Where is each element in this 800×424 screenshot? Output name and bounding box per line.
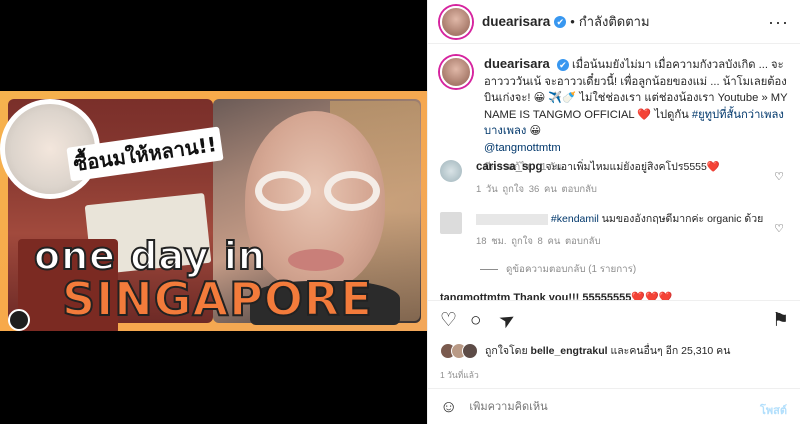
comment-composer: ☺ โพสต์	[428, 388, 800, 424]
share-send-icon[interactable]: ➤	[496, 307, 520, 333]
comment-item: carissa_spg จะเอาเพิ่มไหมแม่ยังอยู่สิงคโ…	[440, 160, 790, 197]
video-thumbnail[interactable]: ซื้อนมให้หลาน!! one day in SINGAPORE	[0, 91, 427, 331]
comment-time: 1 วัน	[476, 184, 498, 195]
liker-avatar	[462, 342, 478, 359]
caption-avatar[interactable]	[440, 56, 472, 88]
likes-user-link[interactable]: belle_engtrakul	[531, 345, 608, 357]
likes-suffix[interactable]: และคนอื่นๆ อีก 25,310 คน	[610, 345, 730, 357]
verified-icon: ✔	[554, 15, 567, 28]
comment-bubble-icon[interactable]: ○	[470, 311, 481, 331]
comment-like-heart-icon[interactable]: ♡	[774, 170, 784, 183]
comment-heart-emoji: ❤️	[706, 161, 720, 173]
likes-summary: ถูกใจโดย belle_engtrakul และคนอื่นๆ อีก …	[440, 342, 730, 359]
like-heart-icon[interactable]: ♡	[440, 311, 457, 331]
comment-hashtag-link[interactable]: #kendamil	[551, 213, 599, 225]
glasses-shape	[255, 171, 380, 213]
action-bar: ♡ ○ ➤ ⚑	[428, 300, 800, 340]
author-username[interactable]: duearisara	[482, 14, 550, 29]
caption-text-2: ไปดูกัน	[654, 108, 689, 121]
blurred-username	[476, 213, 548, 225]
post-comment-button[interactable]: โพสต์	[760, 401, 787, 419]
comment-item: #kendamil นมของอังกฤษดีมากค่ะ organic ด้…	[440, 212, 790, 249]
comment-time: 18 ชม.	[476, 236, 507, 247]
thumbnail-title-line2: SINGAPORE	[61, 271, 373, 327]
comment-username[interactable]: carissa_spg	[476, 161, 543, 173]
more-options-icon[interactable]: ···	[768, 12, 789, 33]
emoji-smiley-icon[interactable]: ☺	[440, 397, 457, 417]
comment-reply-button[interactable]: ตอบกลับ	[565, 236, 601, 247]
comment-input[interactable]	[469, 400, 740, 413]
comment-text: จะเอาเพิ่มไหมแม่ยังอยู่สิงคโปร5555	[545, 161, 707, 173]
save-bookmark-icon[interactable]: ⚑	[772, 311, 789, 331]
following-button[interactable]: กำลังติดตาม	[579, 11, 650, 32]
view-replies-text: ดูข้อความตอบกลับ (1 รายการ)	[506, 264, 637, 275]
lips-shape	[288, 249, 344, 271]
comment-reply-button[interactable]: ตอบกลับ	[561, 184, 597, 195]
post-media[interactable]: ซื้อนมให้หลาน!! one day in SINGAPORE	[0, 0, 427, 424]
author-avatar[interactable]	[440, 5, 472, 38]
caption-emoji-end: 😀	[529, 125, 542, 137]
header-separator: •	[570, 14, 575, 29]
creator-badge-icon	[8, 309, 30, 331]
caption-verified-icon: ✔	[556, 59, 569, 72]
comment-text: นมของอังกฤษดีมากค่ะ organic ด้วย	[601, 213, 764, 225]
commenter-avatar[interactable]	[440, 212, 462, 234]
post-header: duearisara ✔ • กำลังติดตาม ···	[428, 0, 800, 44]
likes-prefix: ถูกใจโดย	[485, 345, 528, 357]
post-sidebar: duearisara ✔ • กำลังติดตาม ··· duearisar…	[427, 0, 800, 424]
caption-username[interactable]: duearisara	[484, 56, 550, 71]
comment-like-heart-icon[interactable]: ♡	[774, 222, 784, 235]
comment-likes-count[interactable]: ถูกใจ 8 คน	[511, 236, 560, 247]
commenter-avatar[interactable]	[440, 160, 462, 182]
view-replies-link[interactable]: ดูข้อความตอบกลับ (1 รายการ)	[480, 262, 636, 277]
instagram-post-window: ซื้อนมให้หลาน!! one day in SINGAPORE due…	[0, 0, 800, 424]
caption-mention-link[interactable]: @tangmottmtm	[484, 142, 561, 154]
post-caption: duearisara ✔ เมื่อน้นมยังไม่มา เมื่อความ…	[440, 56, 790, 177]
caption-heart-emoji: ❤️	[637, 108, 652, 121]
post-timestamp[interactable]: 1 วันที่แล้ว	[440, 368, 479, 382]
comment-likes-count[interactable]: ถูกใจ 36 คน	[502, 184, 556, 195]
replies-line	[480, 268, 498, 270]
